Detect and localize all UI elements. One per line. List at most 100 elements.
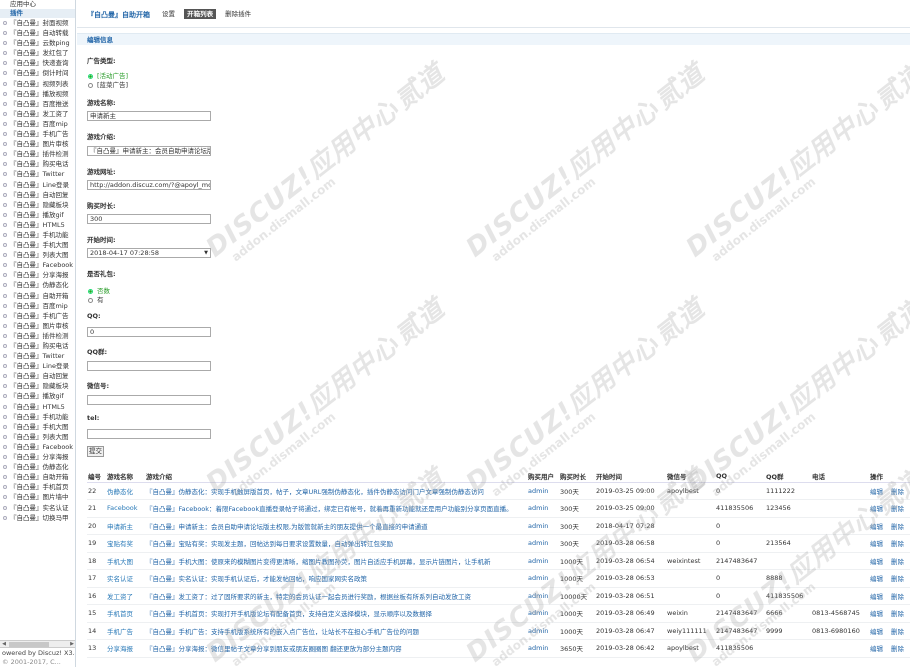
- cell-intro[interactable]: 『自凸曼』手机首页：实现打开手机版论坛有配备首页，支持自定义选择模块，显示顺序以…: [145, 604, 527, 623]
- sidebar-item[interactable]: 『自凸曼』切换马甲: [0, 513, 75, 523]
- cell-name[interactable]: 分享海报: [106, 639, 145, 658]
- tel-input[interactable]: [87, 429, 211, 439]
- sidebar-item[interactable]: 『自凸曼』视频列表: [0, 79, 75, 89]
- edit-link[interactable]: 编辑: [869, 639, 890, 658]
- cell-user[interactable]: admin: [527, 569, 559, 588]
- duration-input[interactable]: 300: [87, 214, 211, 224]
- tab-delete-plugin[interactable]: 删除插件: [222, 9, 254, 19]
- cell-user[interactable]: admin: [527, 604, 559, 623]
- sidebar-item[interactable]: 『自凸曼』隐藏板块: [0, 381, 75, 391]
- cell-intro[interactable]: 『自凸曼』手机广告：支持手机版系统所有的嵌入点广告位，让站长不在担心手机广告位的…: [145, 622, 527, 640]
- sidebar-item[interactable]: 『自凸曼』隐藏板块: [0, 200, 75, 210]
- tab-settings[interactable]: 设置: [159, 9, 178, 19]
- radio-checked-icon[interactable]: [88, 288, 93, 294]
- sidebar-item[interactable]: 『自凸曼』云数ping: [0, 38, 75, 48]
- submit-button[interactable]: 提交: [87, 446, 104, 457]
- sidebar-item[interactable]: 『自凸曼』伪静态化: [0, 462, 75, 472]
- sidebar-item[interactable]: 『自凸曼』分享海报: [0, 270, 75, 280]
- sidebar-item[interactable]: 『自凸曼』百度mip: [0, 119, 75, 129]
- sidebar-item[interactable]: 『自凸曼』自助开箱: [0, 472, 75, 482]
- scroll-thumb[interactable]: [9, 642, 49, 647]
- delete-link[interactable]: 删除: [890, 499, 910, 518]
- sidebar-item[interactable]: 『自凸曼』手机大图: [0, 422, 75, 432]
- edit-link[interactable]: 编辑: [869, 517, 890, 535]
- sidebar-item[interactable]: 『自凸曼』自动转载: [0, 28, 75, 38]
- sidebar-item[interactable]: 『自凸曼』Line登录: [0, 180, 75, 190]
- sidebar-app-center[interactable]: 应用中心: [0, 0, 75, 9]
- sidebar-item[interactable]: 『自凸曼』自助开箱: [0, 291, 75, 301]
- cell-user[interactable]: admin: [527, 587, 559, 605]
- sidebar-item[interactable]: 『自凸曼』手机功能: [0, 412, 75, 422]
- cell-name[interactable]: 发工资了: [106, 587, 145, 605]
- sidebar-item[interactable]: 『自凸曼』手机广告: [0, 129, 75, 139]
- sidebar-item[interactable]: 『自凸曼』购买电话: [0, 159, 75, 169]
- sidebar-item[interactable]: 『自凸曼』实名认证: [0, 503, 75, 513]
- sidebar-item[interactable]: 『自凸曼』自动回复: [0, 190, 75, 200]
- edit-link[interactable]: 编辑: [869, 587, 890, 605]
- radio-checked-icon[interactable]: [88, 73, 93, 79]
- scroll-left-icon[interactable]: ◀: [0, 641, 8, 648]
- cell-name[interactable]: 手机广告: [106, 622, 145, 640]
- tab-list[interactable]: 开箱列表: [184, 9, 217, 19]
- cell-name[interactable]: 实名认证: [106, 569, 145, 588]
- cell-user[interactable]: admin: [527, 622, 559, 640]
- sidebar-horizontal-scrollbar[interactable]: ◀ ▶: [0, 640, 75, 648]
- intro-input[interactable]: 『自凸曼』申请新主：会员自助申请论坛版主栏: [87, 146, 211, 156]
- sidebar-item[interactable]: 『自凸曼』图片审核: [0, 139, 75, 149]
- sidebar-item[interactable]: 『自凸曼』播放视频: [0, 89, 75, 99]
- sidebar-item[interactable]: 『自凸曼』HTML5: [0, 220, 75, 230]
- sidebar-item[interactable]: 『自凸曼』Facebook: [0, 442, 75, 452]
- delete-link[interactable]: 删除: [890, 587, 910, 605]
- sidebar-item[interactable]: 『自凸曼』封面视频: [0, 18, 75, 28]
- cell-user[interactable]: admin: [527, 639, 559, 658]
- sidebar-item[interactable]: 『自凸曼』列表大图: [0, 250, 75, 260]
- cell-intro[interactable]: 『自凸曼』宝贴有奖：实现发主题，回帖达到每日要求设置数量，自动弹出转江包奖励: [145, 534, 527, 553]
- sidebar-item[interactable]: 『自凸曼』手机大图: [0, 240, 75, 250]
- edit-link[interactable]: 编辑: [869, 552, 890, 570]
- sidebar-item[interactable]: 『自凸曼』插件检测: [0, 331, 75, 341]
- sidebar-item[interactable]: 『自凸曼』手机功能: [0, 230, 75, 240]
- delete-link[interactable]: 删除: [890, 552, 910, 570]
- ad-type-option-other[interactable]: [蓝菜广告]: [88, 79, 128, 89]
- edit-link[interactable]: 编辑: [869, 482, 890, 500]
- cell-user[interactable]: admin: [527, 482, 559, 500]
- chevron-down-icon[interactable]: ▼: [204, 249, 208, 257]
- radio-unchecked-icon[interactable]: [88, 297, 93, 303]
- sidebar-item[interactable]: 『自凸曼』自动回复: [0, 371, 75, 381]
- edit-link[interactable]: 编辑: [869, 534, 890, 553]
- sidebar-item[interactable]: 『自凸曼』播放gif: [0, 210, 75, 220]
- edit-link[interactable]: 编辑: [869, 622, 890, 640]
- cell-name[interactable]: 伪静态化: [106, 482, 145, 500]
- cell-name[interactable]: 手机首页: [106, 604, 145, 623]
- cell-intro[interactable]: 『自凸曼』实名认证：实现手机认证后，才能发帖回帖，响应国家网实名政策: [145, 569, 527, 588]
- sidebar-item[interactable]: 『自凸曼』Facebook: [0, 260, 75, 270]
- sidebar-item[interactable]: 『自凸曼』手机广告: [0, 311, 75, 321]
- url-input[interactable]: http://addon.discuz.com/?@apoyl_moder: [87, 180, 211, 190]
- cell-user[interactable]: admin: [527, 534, 559, 553]
- edit-link[interactable]: 编辑: [869, 604, 890, 623]
- cell-intro[interactable]: 『自凸曼』分享海报：微信里帖子文章分享到朋友或朋友圈圈图 翻还更放为部分主题内容: [145, 639, 527, 658]
- sidebar-section-plugins[interactable]: 插件: [0, 9, 75, 18]
- sidebar-item[interactable]: 『自凸曼』伪静态化: [0, 280, 75, 290]
- sidebar-item[interactable]: 『自凸曼』播放gif: [0, 391, 75, 401]
- qqgroup-input[interactable]: [87, 361, 211, 371]
- delete-link[interactable]: 删除: [890, 569, 910, 588]
- sidebar-item[interactable]: 『自凸曼』图片审核: [0, 321, 75, 331]
- sidebar-item[interactable]: 『自凸曼』Line登录: [0, 361, 75, 371]
- sidebar-item[interactable]: 『自凸曼』发工资了: [0, 109, 75, 119]
- sidebar-item[interactable]: 『自凸曼』百度mip: [0, 301, 75, 311]
- sidebar-item[interactable]: 『自凸曼』分享海报: [0, 452, 75, 462]
- sidebar-item[interactable]: 『自凸曼』手机首页: [0, 482, 75, 492]
- delete-link[interactable]: 删除: [890, 622, 910, 640]
- sidebar-item[interactable]: 『自凸曼』购买电话: [0, 341, 75, 351]
- cell-name[interactable]: 宝贴有奖: [106, 534, 145, 553]
- delete-link[interactable]: 删除: [890, 639, 910, 658]
- sidebar-item[interactable]: 『自凸曼』Twitter: [0, 351, 75, 361]
- cell-intro[interactable]: 『自凸曼』发工资了：过了固所要求的新主，特定的会员认证一起会员进行奖励，根据丝板…: [145, 587, 527, 605]
- sidebar-item[interactable]: 『自凸曼』插件检测: [0, 149, 75, 159]
- sidebar-item[interactable]: 『自凸曼』快递查询: [0, 58, 75, 68]
- sidebar-item[interactable]: 『自凸曼』Twitter: [0, 169, 75, 179]
- cell-name[interactable]: 手机大图: [106, 552, 145, 570]
- radio-unchecked-icon[interactable]: [88, 82, 93, 88]
- sidebar-item[interactable]: 『自凸曼』倒计时间: [0, 68, 75, 78]
